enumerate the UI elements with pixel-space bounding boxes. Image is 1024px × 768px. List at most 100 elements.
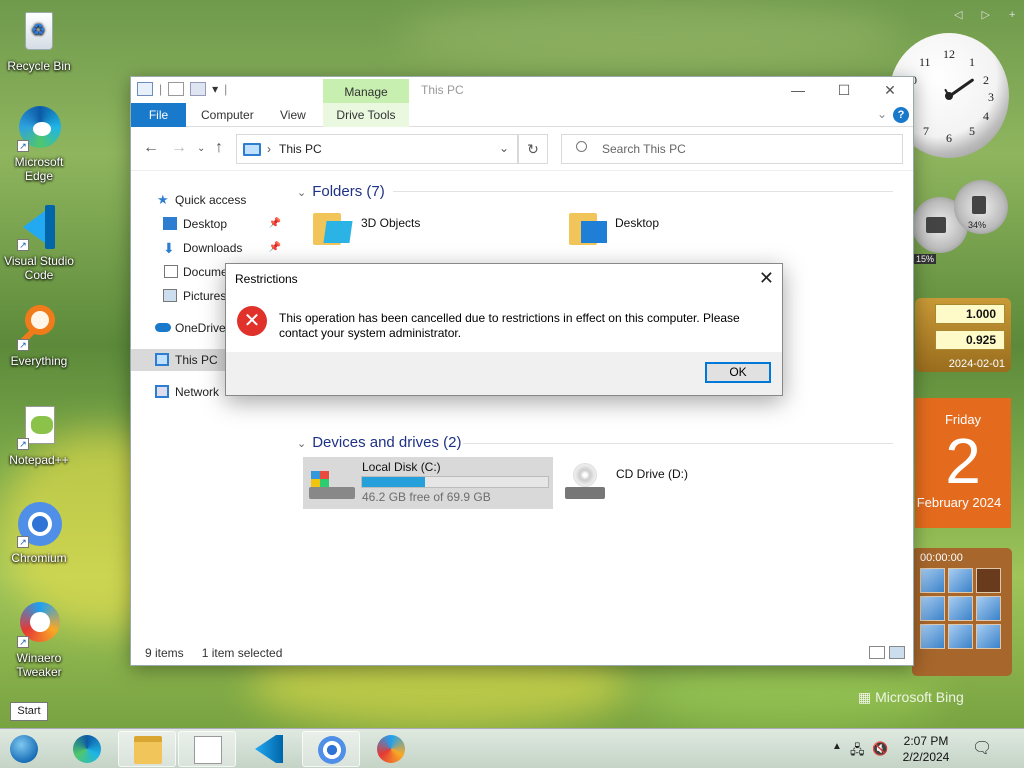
chevron-down-icon[interactable]: ⌄ bbox=[297, 438, 306, 450]
status-item-count: 9 items bbox=[145, 646, 184, 660]
desktop-icon-vscode[interactable]: ↗ Visual Studio Code bbox=[1, 203, 77, 282]
cloud-icon bbox=[155, 323, 171, 332]
drive-c-usage-fill bbox=[362, 477, 426, 487]
recent-locations-icon[interactable]: ⌄ bbox=[197, 143, 205, 154]
puzzle-tile[interactable] bbox=[976, 596, 1001, 621]
desktop-icon-notepadpp[interactable]: ↗ Notepad++ bbox=[1, 402, 77, 467]
show-hidden-icons-chevron-icon[interactable]: ▲ bbox=[832, 741, 842, 752]
up-arrow-icon[interactable]: ↑ bbox=[215, 139, 223, 157]
tab-view[interactable]: View bbox=[280, 103, 306, 127]
chevron-down-icon[interactable]: ⌄ bbox=[297, 187, 306, 199]
start-button[interactable] bbox=[0, 731, 58, 767]
clock-tray[interactable]: 2:07 PM 2/2/2024 bbox=[896, 733, 956, 765]
details-view-icon[interactable] bbox=[869, 646, 885, 659]
ram-chip-icon bbox=[972, 196, 986, 214]
puzzle-tile[interactable] bbox=[948, 596, 973, 621]
separator: | bbox=[224, 82, 228, 96]
desktop-icon-label: Notepad++ bbox=[9, 453, 69, 467]
nav-item-label: Downloads bbox=[183, 241, 243, 255]
close-icon[interactable]: ✕ bbox=[867, 77, 913, 103]
folders-group-header[interactable]: ⌄ Folders (7) bbox=[297, 183, 385, 200]
puzzle-tile[interactable] bbox=[920, 568, 945, 593]
desktop-icon-chromium[interactable]: ↗ Chromium bbox=[1, 500, 77, 565]
group-header-text: Devices and drives (2) bbox=[312, 434, 462, 451]
puzzle-tile[interactable] bbox=[948, 568, 973, 593]
notepadpp-icon: ↗ bbox=[15, 402, 63, 450]
pin-icon[interactable]: 📌 bbox=[269, 237, 281, 259]
currency-value-2[interactable]: 0.925 bbox=[935, 330, 1005, 350]
computer-icon[interactable] bbox=[137, 82, 153, 96]
desktop-icon-winaero-tweaker[interactable]: ↗ Winaero Tweaker bbox=[1, 600, 77, 679]
back-arrow-icon[interactable]: ← bbox=[143, 139, 159, 157]
properties-icon[interactable] bbox=[168, 82, 185, 96]
restrictions-dialog[interactable]: Restrictions ✕ ✕ This operation has been… bbox=[225, 263, 783, 396]
pictures-icon bbox=[163, 289, 177, 302]
desktop-icon-everything[interactable]: ↗ Everything bbox=[1, 303, 77, 368]
nav-item-quick-access[interactable]: ★ Quick access bbox=[131, 189, 291, 211]
drive-d-label[interactable]: CD Drive (D:) bbox=[616, 467, 688, 481]
taskbar-file-explorer[interactable] bbox=[118, 731, 176, 767]
folder-desktop-icon[interactable] bbox=[569, 209, 609, 245]
taskbar-vscode[interactable] bbox=[240, 731, 298, 767]
gadget-nav-arrows[interactable]: ◁ ▷ + bbox=[954, 8, 1023, 21]
puzzle-tile[interactable] bbox=[920, 624, 945, 649]
chevron-down-icon[interactable]: ⌄ bbox=[499, 141, 509, 155]
window-title: This PC bbox=[421, 83, 464, 97]
search-box[interactable]: Search This PC bbox=[561, 134, 903, 164]
nav-item-downloads[interactable]: ⬇ Downloads 📌 bbox=[131, 237, 291, 259]
folder-label-desktop[interactable]: Desktop bbox=[615, 216, 659, 230]
taskbar-edge[interactable] bbox=[58, 731, 116, 767]
desktop-icon-label: Microsoft bbox=[14, 155, 64, 169]
puzzle-tile[interactable] bbox=[920, 596, 945, 621]
error-icon: ✕ bbox=[237, 306, 267, 336]
chevron-down-icon[interactable]: ⌄ bbox=[877, 107, 887, 121]
forward-arrow-icon[interactable]: → bbox=[171, 139, 187, 157]
tray-time: 2:07 PM bbox=[903, 734, 949, 748]
cd-drive-icon[interactable] bbox=[565, 463, 605, 503]
title-bar[interactable]: | ▾ | Manage This PC — ☐ ✕ bbox=[131, 77, 913, 105]
notifications-icon[interactable]: 🗨 bbox=[972, 738, 992, 758]
start-tooltip: Start bbox=[10, 702, 48, 721]
breadcrumb-chevron-icon[interactable]: › bbox=[267, 142, 271, 156]
taskbar-notepadpp[interactable] bbox=[178, 731, 236, 767]
currency-gadget[interactable]: 1.000 0.925 2024-02-01 bbox=[915, 298, 1011, 372]
taskbar-chromium[interactable] bbox=[302, 731, 360, 767]
help-icon[interactable]: ? bbox=[893, 107, 909, 123]
taskbar-winaero-tweaker[interactable] bbox=[362, 731, 420, 767]
tab-file[interactable]: File bbox=[131, 103, 186, 127]
vscode-icon bbox=[255, 735, 283, 763]
desktop-icon-recycle-bin[interactable]: ♻ Recycle Bin bbox=[1, 8, 77, 73]
tab-computer[interactable]: Computer bbox=[201, 103, 254, 127]
ok-button[interactable]: OK bbox=[705, 362, 771, 383]
pin-icon[interactable]: 📌 bbox=[269, 213, 281, 235]
minimize-icon[interactable]: — bbox=[775, 77, 821, 103]
close-icon[interactable]: ✕ bbox=[759, 268, 774, 289]
notepadpp-icon bbox=[194, 736, 222, 764]
puzzle-tile[interactable] bbox=[976, 624, 1001, 649]
refresh-icon[interactable]: ↻ bbox=[518, 134, 548, 164]
edge-icon: ↗ bbox=[15, 104, 63, 152]
network-icon[interactable]: 🖧 bbox=[850, 741, 865, 763]
new-folder-icon[interactable] bbox=[190, 82, 207, 96]
maximize-icon[interactable]: ☐ bbox=[821, 77, 867, 103]
devices-group-header[interactable]: ⌄ Devices and drives (2) bbox=[297, 434, 461, 451]
large-icons-view-icon[interactable] bbox=[889, 646, 905, 659]
tab-drive-tools[interactable]: Drive Tools bbox=[323, 103, 409, 127]
nav-item-desktop[interactable]: Desktop 📌 bbox=[131, 213, 291, 235]
picture-puzzle-gadget[interactable]: 00:00:00 bbox=[912, 548, 1012, 676]
folder-3d-objects-icon[interactable] bbox=[313, 209, 353, 245]
separator: | bbox=[159, 82, 163, 96]
puzzle-tile[interactable] bbox=[948, 624, 973, 649]
desktop-icon-edge[interactable]: ↗ Microsoft Edge bbox=[1, 104, 77, 183]
address-bar[interactable]: › This PC ⌄ bbox=[236, 134, 518, 164]
desktop-icon bbox=[163, 217, 177, 230]
volume-muted-icon[interactable]: 🔇 bbox=[872, 741, 888, 757]
qat-dropdown-icon[interactable]: ▾ bbox=[212, 82, 218, 96]
ram-meter-gadget[interactable]: 34% bbox=[954, 180, 1008, 234]
nav-item-label: Network bbox=[175, 385, 220, 399]
calendar-gadget[interactable]: Friday 2 February 2024 bbox=[915, 398, 1011, 528]
currency-value-1[interactable]: 1.000 bbox=[935, 304, 1005, 324]
group-header-text: Folders (7) bbox=[312, 183, 385, 200]
recycle-bin-icon: ♻ bbox=[15, 8, 63, 56]
folder-label-3d-objects[interactable]: 3D Objects bbox=[361, 216, 420, 230]
